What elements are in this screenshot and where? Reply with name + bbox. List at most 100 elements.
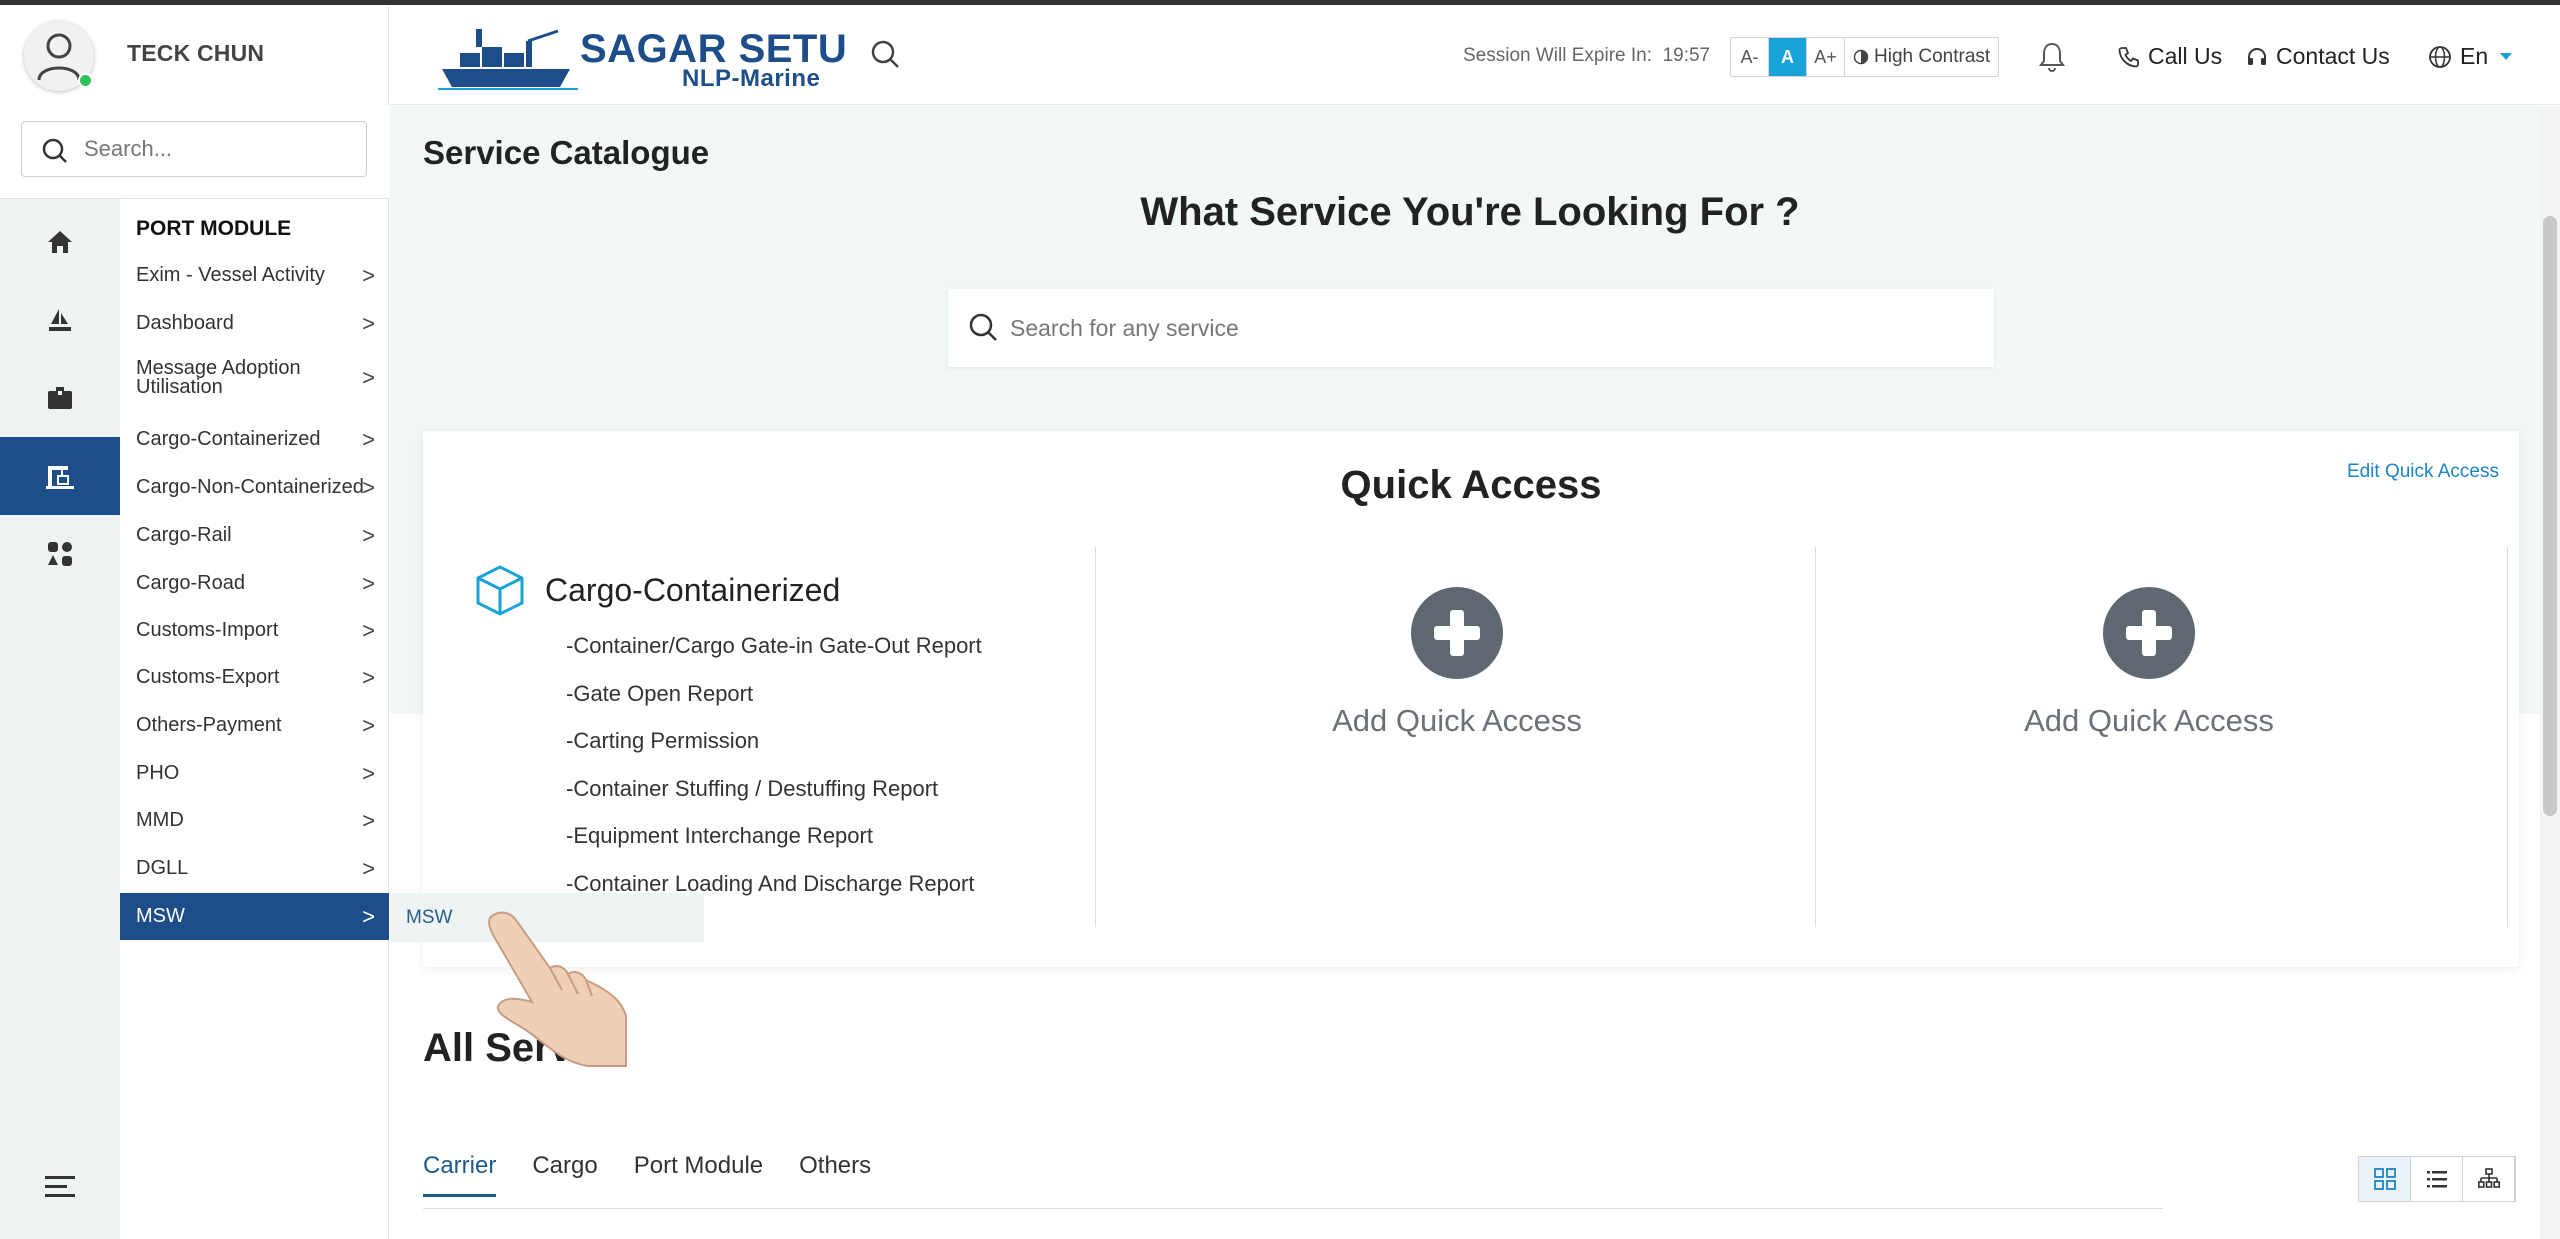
rail-home[interactable] xyxy=(0,203,120,281)
rail-vessel[interactable] xyxy=(0,281,120,359)
grid-view-icon xyxy=(2373,1168,2396,1190)
add-quick-access-button[interactable]: Add Quick Access xyxy=(1307,587,1607,739)
search-icon xyxy=(969,313,997,341)
hamburger-icon xyxy=(45,1176,75,1197)
header-search-icon[interactable] xyxy=(870,39,900,69)
quick-access-slot-2: Add Quick Access xyxy=(1096,547,1816,937)
chevron-right-icon: > xyxy=(362,617,375,643)
contact-us-link[interactable]: Contact Us xyxy=(2246,43,2390,70)
box-icon xyxy=(48,387,72,409)
font-increase-button[interactable]: A+ xyxy=(1807,38,1845,76)
chevron-right-icon: > xyxy=(362,474,375,500)
menu-item-customs-export[interactable]: Customs-Export > xyxy=(120,654,389,701)
quick-link-equipment-interchange[interactable]: -Equipment Interchange Report xyxy=(566,823,873,849)
port-module-menu: PORT MODULE Exim - Vessel Activity > Dash… xyxy=(120,198,389,1239)
menu-item-others-payment[interactable]: Others-Payment > xyxy=(120,702,389,749)
language-selector[interactable]: En xyxy=(2428,43,2513,70)
tree-view-button[interactable] xyxy=(2463,1157,2515,1201)
hero-title: What Service You're Looking For ? xyxy=(1140,190,1800,234)
cube-icon xyxy=(476,565,524,616)
chevron-right-icon: > xyxy=(362,522,375,548)
quick-access-slot-1: Cargo-Containerized -Container/Cargo Gat… xyxy=(423,547,1093,937)
search-icon xyxy=(42,138,67,163)
menu-item-cargo-road[interactable]: Cargo-Road > xyxy=(120,560,389,607)
sidebar-search-input[interactable] xyxy=(82,134,352,164)
rail-port-module[interactable] xyxy=(0,437,120,515)
font-normal-button[interactable]: A xyxy=(1769,38,1807,76)
grid-view-button[interactable] xyxy=(2359,1157,2411,1201)
icon-rail xyxy=(0,198,120,1239)
menu-item-cargo-containerized[interactable]: Cargo-Containerized > xyxy=(120,416,389,463)
rail-cargo[interactable] xyxy=(0,359,120,437)
menu-item-customs-import[interactable]: Customs-Import > xyxy=(120,607,389,654)
plus-circle-icon xyxy=(1411,587,1503,679)
menu-item-message-adoption[interactable]: Message Adoption Utilisation > xyxy=(120,349,389,407)
menu-item-dgll[interactable]: DGLL > xyxy=(120,845,389,892)
tab-others[interactable]: Others xyxy=(799,1152,871,1197)
chevron-right-icon: > xyxy=(362,760,375,786)
menu-item-cargo-rail[interactable]: Cargo-Rail > xyxy=(120,512,389,559)
menu-item-dashboard[interactable]: Dashboard > xyxy=(120,300,389,347)
tab-port-module[interactable]: Port Module xyxy=(634,1152,763,1197)
notification-bell-icon[interactable] xyxy=(2038,41,2066,73)
main-content: Service Catalogue What Service You're Lo… xyxy=(390,106,2560,1239)
ship-icon xyxy=(49,309,71,331)
globe-icon xyxy=(2429,45,2451,68)
menu-item-pho[interactable]: PHO > xyxy=(120,750,389,797)
sagar-setu-ship-logo[interactable] xyxy=(438,23,578,91)
sidebar-search-box[interactable] xyxy=(21,121,367,177)
quick-access-card: Quick Access Edit Quick Access Cargo-Con… xyxy=(423,431,2519,967)
font-decrease-button[interactable]: A- xyxy=(1731,38,1769,76)
service-tabs: Carrier Cargo Port Module Others xyxy=(423,1152,871,1197)
user-name: TECK CHUN xyxy=(127,40,265,66)
tab-carrier[interactable]: Carrier xyxy=(423,1152,497,1197)
chevron-right-icon: > xyxy=(362,903,375,929)
menu-item-mmd[interactable]: MMD > xyxy=(120,797,389,844)
top-header: SAGAR SETU NLP-Marine Session Will Expir… xyxy=(390,5,2560,105)
session-timer: Session Will Expire In: 19:57 xyxy=(1463,45,1711,66)
service-search-input[interactable] xyxy=(1008,309,1968,347)
menu-title: PORT MODULE xyxy=(136,217,292,240)
menu-item-cargo-non-containerized[interactable]: Cargo-Non-Containerized > xyxy=(120,464,389,511)
menu-item-msw[interactable]: MSW > xyxy=(120,893,389,940)
logo-subtitle: NLP-Marine xyxy=(682,65,821,92)
hierarchy-icon xyxy=(2477,1168,2500,1188)
apps-grid-icon xyxy=(48,542,72,566)
list-view-button[interactable] xyxy=(2411,1157,2463,1201)
high-contrast-toggle[interactable]: High Contrast xyxy=(1845,38,1998,76)
plus-circle-icon xyxy=(2103,587,2195,679)
quick-link-carting-permission[interactable]: -Carting Permission xyxy=(566,728,759,754)
edit-quick-access-link[interactable]: Edit Quick Access xyxy=(2347,461,2499,483)
quick-access-title: Quick Access xyxy=(1340,463,1602,507)
quick-access-slot-3: Add Quick Access xyxy=(1816,547,2506,937)
tabs-divider xyxy=(423,1208,2163,1209)
quick-link-gate-in-gate-out[interactable]: -Container/Cargo Gate-in Gate-Out Report xyxy=(566,633,982,659)
quick-access-category[interactable]: Cargo-Containerized xyxy=(473,563,840,617)
scrollbar-thumb[interactable] xyxy=(2543,216,2557,816)
add-quick-access-button[interactable]: Add Quick Access xyxy=(1999,587,2299,739)
call-us-link[interactable]: Call Us xyxy=(2118,43,2222,70)
service-search-box[interactable] xyxy=(948,289,1994,367)
chevron-right-icon: > xyxy=(362,664,375,690)
quick-link-gate-open[interactable]: -Gate Open Report xyxy=(566,681,753,707)
home-icon xyxy=(48,231,72,253)
chevron-right-icon: > xyxy=(362,262,375,288)
page-scrollbar[interactable] xyxy=(2540,106,2560,1239)
tab-cargo[interactable]: Cargo xyxy=(532,1152,597,1197)
user-panel: TECK CHUN xyxy=(0,5,389,105)
view-toggle-group xyxy=(2358,1156,2516,1202)
chevron-right-icon: > xyxy=(362,310,375,336)
port-crane-icon xyxy=(46,466,74,489)
chevron-right-icon: > xyxy=(362,426,375,452)
chevron-right-icon: > xyxy=(362,855,375,881)
chevron-right-icon: > xyxy=(362,365,375,390)
rail-apps[interactable] xyxy=(0,515,120,593)
collapse-menu-button[interactable] xyxy=(0,1157,120,1217)
chevron-right-icon: > xyxy=(362,807,375,833)
session-time: 19:57 xyxy=(1662,45,1711,66)
menu-item-exim-vessel-activity[interactable]: Exim - Vessel Activity > xyxy=(120,252,389,299)
online-status-dot xyxy=(78,73,93,88)
phone-icon xyxy=(2118,46,2139,67)
quick-link-stuffing-destuffing[interactable]: -Container Stuffing / Destuffing Report xyxy=(566,776,938,802)
user-icon xyxy=(37,33,81,81)
